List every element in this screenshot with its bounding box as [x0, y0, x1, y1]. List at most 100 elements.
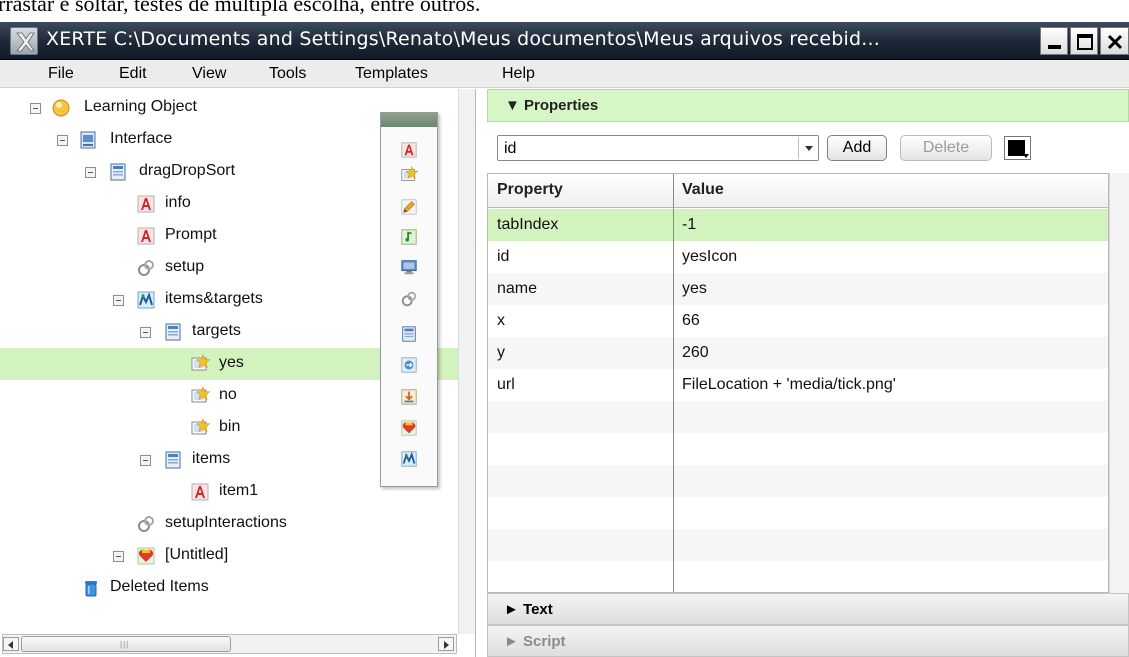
scroll-thumb[interactable]: ||| [21, 636, 231, 652]
properties-header[interactable]: ▼ Properties [487, 89, 1129, 122]
text-icon[interactable] [400, 141, 418, 159]
value-cell[interactable]: yesIcon [682, 248, 737, 266]
image-icon [191, 418, 210, 435]
tree-item-deleted-items[interactable]: Deleted Items [0, 572, 458, 604]
property-cell: x [497, 312, 505, 329]
tree-label: Deleted Items [110, 578, 209, 595]
collapse-toggle[interactable] [57, 135, 68, 146]
collapse-toggle[interactable] [85, 167, 96, 178]
column-header-value[interactable]: Value [682, 181, 724, 199]
palette-header[interactable] [381, 113, 437, 127]
script-section-header[interactable]: ► Script [487, 625, 1129, 657]
tree-label: no [219, 386, 237, 403]
group-icon[interactable] [400, 450, 418, 468]
menu-view[interactable]: View [192, 65, 226, 83]
value-cell[interactable]: FileLocation + 'media/tick.png' [682, 376, 896, 394]
table-row[interactable]: name yes [488, 273, 1108, 305]
column-divider[interactable] [673, 174, 674, 592]
tree-label: info [165, 194, 191, 211]
link-icon[interactable] [400, 356, 418, 374]
menu-file[interactable]: File [48, 65, 74, 83]
value-cell[interactable]: yes [682, 280, 707, 298]
tree-item-untitled[interactable]: [Untitled] [0, 540, 458, 572]
tree-label: [Untitled] [165, 546, 229, 563]
component-palette [380, 112, 438, 487]
table-row[interactable]: id yesIcon [488, 241, 1108, 273]
properties-title: ▼ Properties [505, 97, 599, 114]
text-section-header[interactable]: ► Text [487, 593, 1129, 625]
scroll-left-button[interactable] [3, 637, 19, 651]
collapse-toggle[interactable] [140, 327, 151, 338]
image-icon [191, 386, 210, 403]
menu-edit[interactable]: Edit [119, 65, 147, 83]
empty-row [488, 561, 1108, 592]
expand-toggle[interactable] [113, 551, 124, 562]
tree-label: Prompt [165, 226, 217, 243]
menu-help[interactable]: Help [502, 65, 535, 83]
chevron-down-icon[interactable] [798, 137, 818, 159]
table-row[interactable]: y 260 [488, 337, 1108, 369]
trash-icon [85, 581, 97, 597]
tree-label: items [192, 450, 231, 467]
tree-label: setupInteractions [165, 514, 287, 531]
title-bar[interactable]: XERTE C:\Documents and Settings\Renato\M… [0, 22, 1129, 60]
thumb-grip: ||| [120, 640, 130, 649]
collapse-toggle[interactable] [140, 455, 151, 466]
value-cell[interactable]: 66 [682, 312, 700, 330]
page-icon [110, 163, 126, 181]
collapse-toggle[interactable] [30, 103, 41, 114]
heart-icon[interactable] [400, 419, 418, 437]
empty-row [488, 433, 1108, 465]
arrow-right-icon [444, 641, 449, 649]
monitor-icon[interactable] [400, 258, 418, 276]
menu-templates[interactable]: Templates [355, 65, 428, 83]
download-icon[interactable] [400, 388, 418, 406]
interface-icon [80, 131, 96, 149]
property-select-value: id [504, 140, 517, 157]
tree-vertical-scrollbar[interactable] [458, 89, 475, 634]
value-cell[interactable]: -1 [682, 216, 696, 234]
tree-label: yes [219, 354, 244, 371]
scroll-right-button[interactable] [438, 637, 454, 651]
grid-vertical-scrollbar[interactable] [1109, 173, 1129, 593]
table-row[interactable]: url FileLocation + 'media/tick.png' [488, 369, 1108, 401]
property-cell: id [497, 248, 510, 265]
maximize-button[interactable] [1070, 27, 1098, 55]
pencil-icon[interactable] [400, 198, 418, 216]
close-button[interactable] [1100, 27, 1129, 55]
window-title: XERTE C:\Documents and Settings\Renato\M… [46, 28, 881, 50]
script-section-label: ► Script [504, 633, 566, 650]
page-icon [165, 451, 181, 469]
property-cell: tabIndex [497, 216, 559, 233]
arrow-left-icon [8, 641, 13, 649]
minimize-button[interactable] [1040, 27, 1068, 55]
add-button[interactable]: Add [827, 135, 887, 161]
properties-toolbar: id Add Delete [487, 123, 1129, 167]
xerte-app-icon [10, 27, 38, 55]
color-picker-button[interactable] [1004, 136, 1031, 160]
menu-bar: File Edit View Tools Templates Help [0, 60, 1129, 88]
delete-button[interactable]: Delete [900, 135, 992, 161]
image-icon[interactable] [400, 166, 418, 184]
grid-header: Property Value [488, 174, 1108, 208]
table-row[interactable]: tabIndex -1 [488, 209, 1108, 241]
close-icon [1107, 34, 1123, 50]
column-header-property[interactable]: Property [497, 181, 563, 199]
empty-row [488, 465, 1108, 497]
text-icon [191, 483, 209, 501]
menu-tools[interactable]: Tools [269, 65, 306, 83]
property-select[interactable]: id [497, 135, 819, 161]
table-row[interactable]: x 66 [488, 305, 1108, 337]
caption-text: rrastar e soltar, testes de múltipla esc… [0, 0, 481, 16]
caption-strip: rrastar e soltar, testes de múltipla esc… [0, 0, 1129, 22]
tree-item-setupinteractions[interactable]: setupInteractions [0, 508, 458, 540]
value-cell[interactable]: 260 [682, 344, 709, 362]
audio-icon[interactable] [400, 228, 418, 246]
tree-horizontal-scrollbar[interactable]: ||| [2, 634, 457, 654]
tree-label: targets [192, 322, 241, 339]
property-cell: name [497, 280, 538, 297]
page-icon[interactable] [400, 325, 418, 343]
script-icon[interactable] [400, 290, 418, 308]
collapse-toggle[interactable] [113, 295, 124, 306]
text-icon [137, 195, 155, 213]
